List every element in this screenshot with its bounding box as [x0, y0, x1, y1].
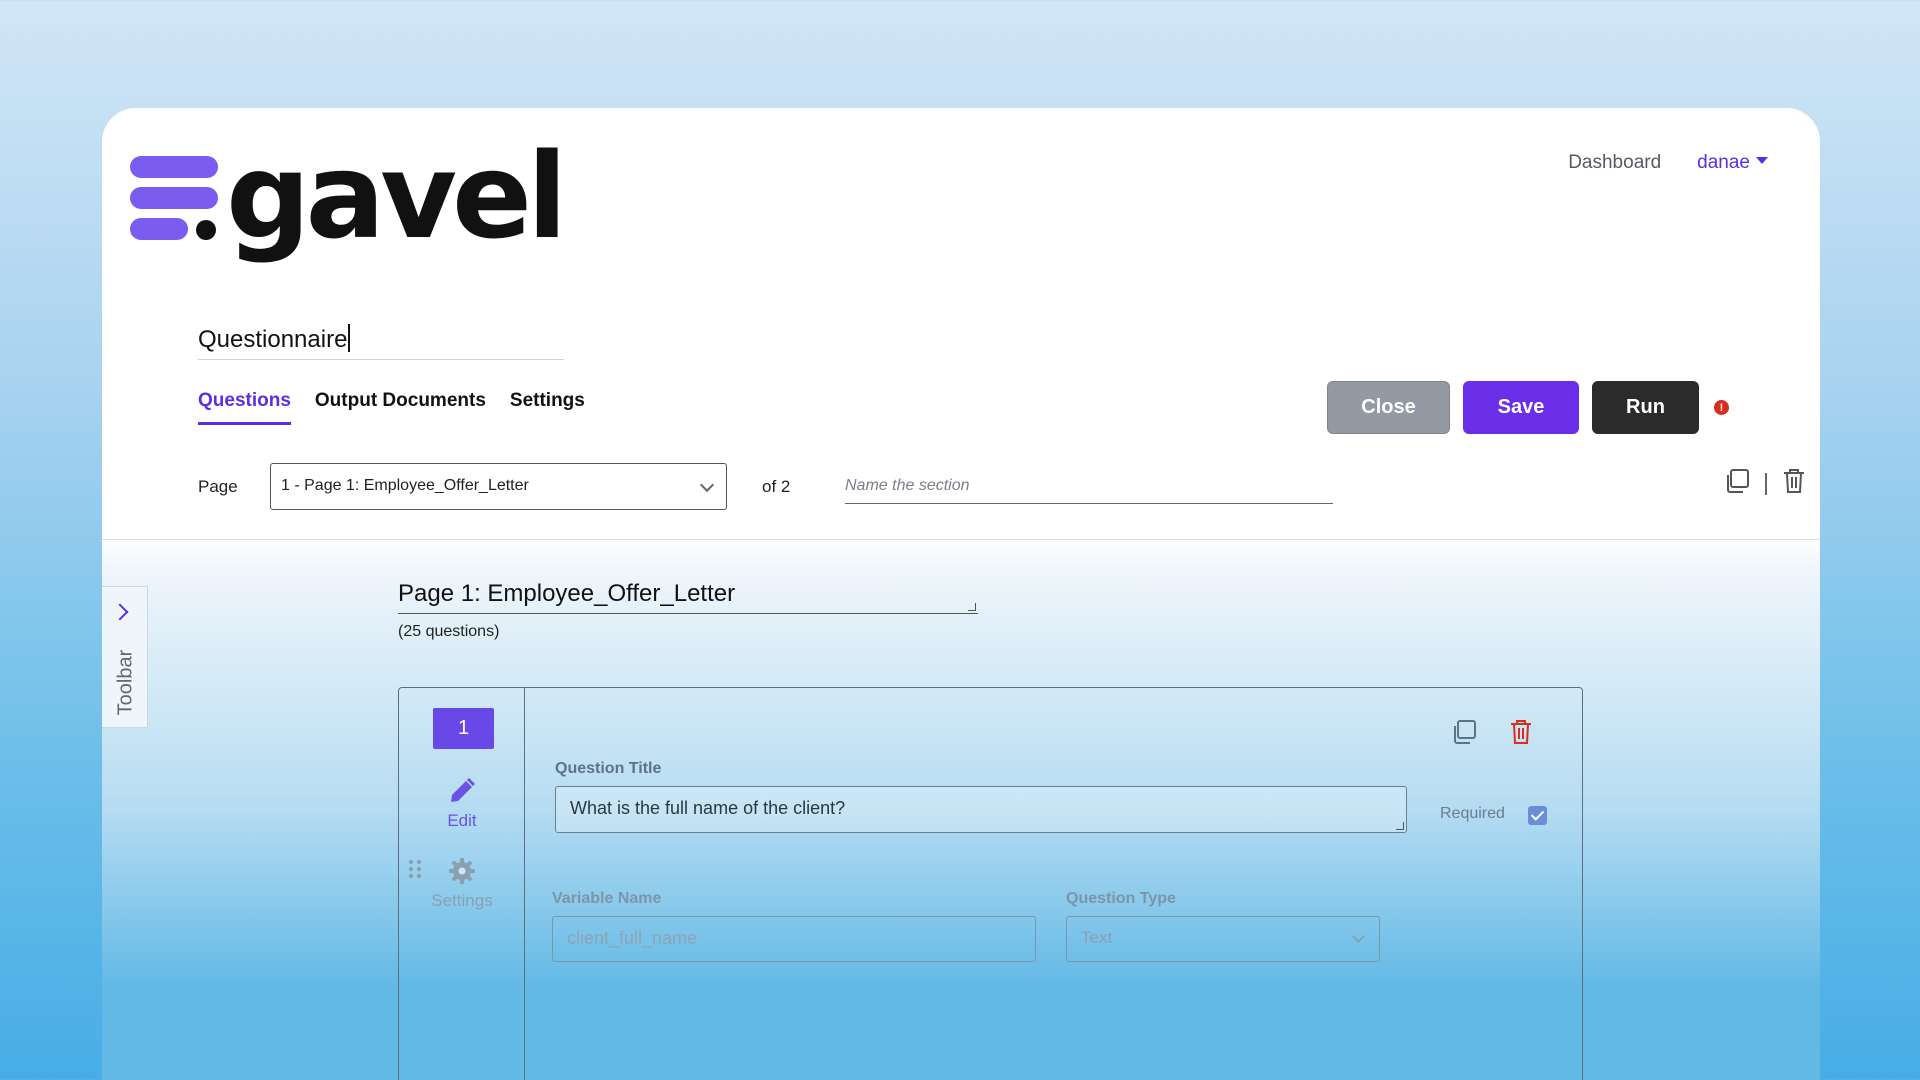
- tab-output-documents[interactable]: Output Documents: [315, 390, 486, 425]
- question-actions: [1450, 718, 1534, 751]
- gear-icon: [449, 858, 475, 884]
- section-name-placeholder: Name the section: [845, 477, 970, 494]
- question-type-select[interactable]: Text: [1066, 916, 1380, 962]
- tab-questions[interactable]: Questions: [198, 390, 291, 425]
- chevron-down-icon: [1352, 930, 1365, 943]
- question-card: 1 Edit Settings Question Title What is t…: [398, 687, 1583, 1080]
- question-settings-button[interactable]: Settings: [399, 856, 525, 911]
- settings-label: Settings: [431, 891, 493, 910]
- logo-mark-icon: [130, 156, 220, 246]
- question-side-panel: 1 Edit Settings: [399, 688, 525, 1080]
- question-title-value: What is the full name of the client?: [570, 798, 846, 818]
- questionnaire-title-text: Questionnaire: [198, 326, 348, 353]
- text-cursor: [348, 324, 351, 352]
- question-title-label: Question Title: [555, 760, 662, 777]
- page-total: of 2: [762, 477, 791, 496]
- required-checkbox[interactable]: [1528, 806, 1547, 825]
- resize-handle[interactable]: [1396, 822, 1404, 830]
- question-title-input[interactable]: What is the full name of the client?: [555, 786, 1407, 833]
- dashboard-link[interactable]: Dashboard: [1568, 152, 1661, 174]
- required-label: Required: [1440, 805, 1505, 822]
- question-type-label: Question Type: [1066, 890, 1176, 907]
- variable-name-label: Variable Name: [552, 890, 662, 907]
- page-select-value: 1 - Page 1: Employee_Offer_Letter: [281, 477, 529, 494]
- page-heading-text: Page 1: Employee_Offer_Letter: [398, 580, 736, 607]
- edit-button[interactable]: Edit: [399, 776, 525, 831]
- user-name: danae: [1697, 152, 1750, 173]
- page-label: Page: [198, 477, 238, 496]
- page-actions: [1723, 467, 1807, 500]
- save-button[interactable]: Save: [1463, 381, 1579, 434]
- variable-name-value: client_full_name: [567, 928, 698, 948]
- question-count: (25 questions): [398, 623, 500, 640]
- caret-down-icon: [1756, 156, 1768, 164]
- run-button[interactable]: Run: [1592, 381, 1699, 434]
- tab-settings[interactable]: Settings: [510, 390, 585, 425]
- action-buttons: Close Save Run !: [1327, 381, 1729, 434]
- chevron-right-icon: [111, 603, 129, 621]
- chevron-down-icon: [699, 477, 715, 493]
- questionnaire-title-input[interactable]: Questionnaire: [198, 316, 564, 360]
- delete-question-icon[interactable]: [1508, 718, 1534, 751]
- duplicate-question-icon[interactable]: [1450, 718, 1478, 751]
- tab-bar: Questions Output Documents Settings: [198, 390, 585, 425]
- question-type-value: Text: [1081, 928, 1113, 947]
- page-select[interactable]: 1 - Page 1: Employee_Offer_Letter: [270, 463, 727, 510]
- pencil-icon: [451, 778, 475, 802]
- toolbar-toggle[interactable]: Toolbar: [102, 586, 148, 728]
- alert-icon[interactable]: !: [1714, 400, 1729, 415]
- divider: [1765, 472, 1767, 495]
- question-number-badge: 1: [433, 708, 494, 749]
- variable-name-input[interactable]: client_full_name: [552, 916, 1036, 962]
- section-name-input[interactable]: Name the section: [845, 469, 1333, 504]
- toolbar-label: Toolbar: [114, 649, 137, 716]
- page-heading-input[interactable]: Page 1: Employee_Offer_Letter: [398, 572, 978, 614]
- edit-label: Edit: [447, 811, 477, 830]
- gavel-logo[interactable]: gavel: [130, 127, 567, 265]
- logo-wordmark: gavel: [226, 127, 567, 265]
- page-selector-row: Page 1 - Page 1: Employee_Offer_Letter o…: [198, 463, 1804, 511]
- app-window: gavel Dashboard danae Questionnaire Ques…: [102, 108, 1820, 1080]
- duplicate-page-icon[interactable]: [1723, 467, 1751, 500]
- top-nav: Dashboard danae: [1568, 152, 1768, 174]
- resize-handle[interactable]: [968, 603, 976, 611]
- header: gavel Dashboard danae Questionnaire Ques…: [102, 108, 1820, 540]
- delete-page-icon[interactable]: [1781, 467, 1807, 500]
- user-menu[interactable]: danae: [1697, 152, 1768, 174]
- close-button[interactable]: Close: [1327, 381, 1450, 434]
